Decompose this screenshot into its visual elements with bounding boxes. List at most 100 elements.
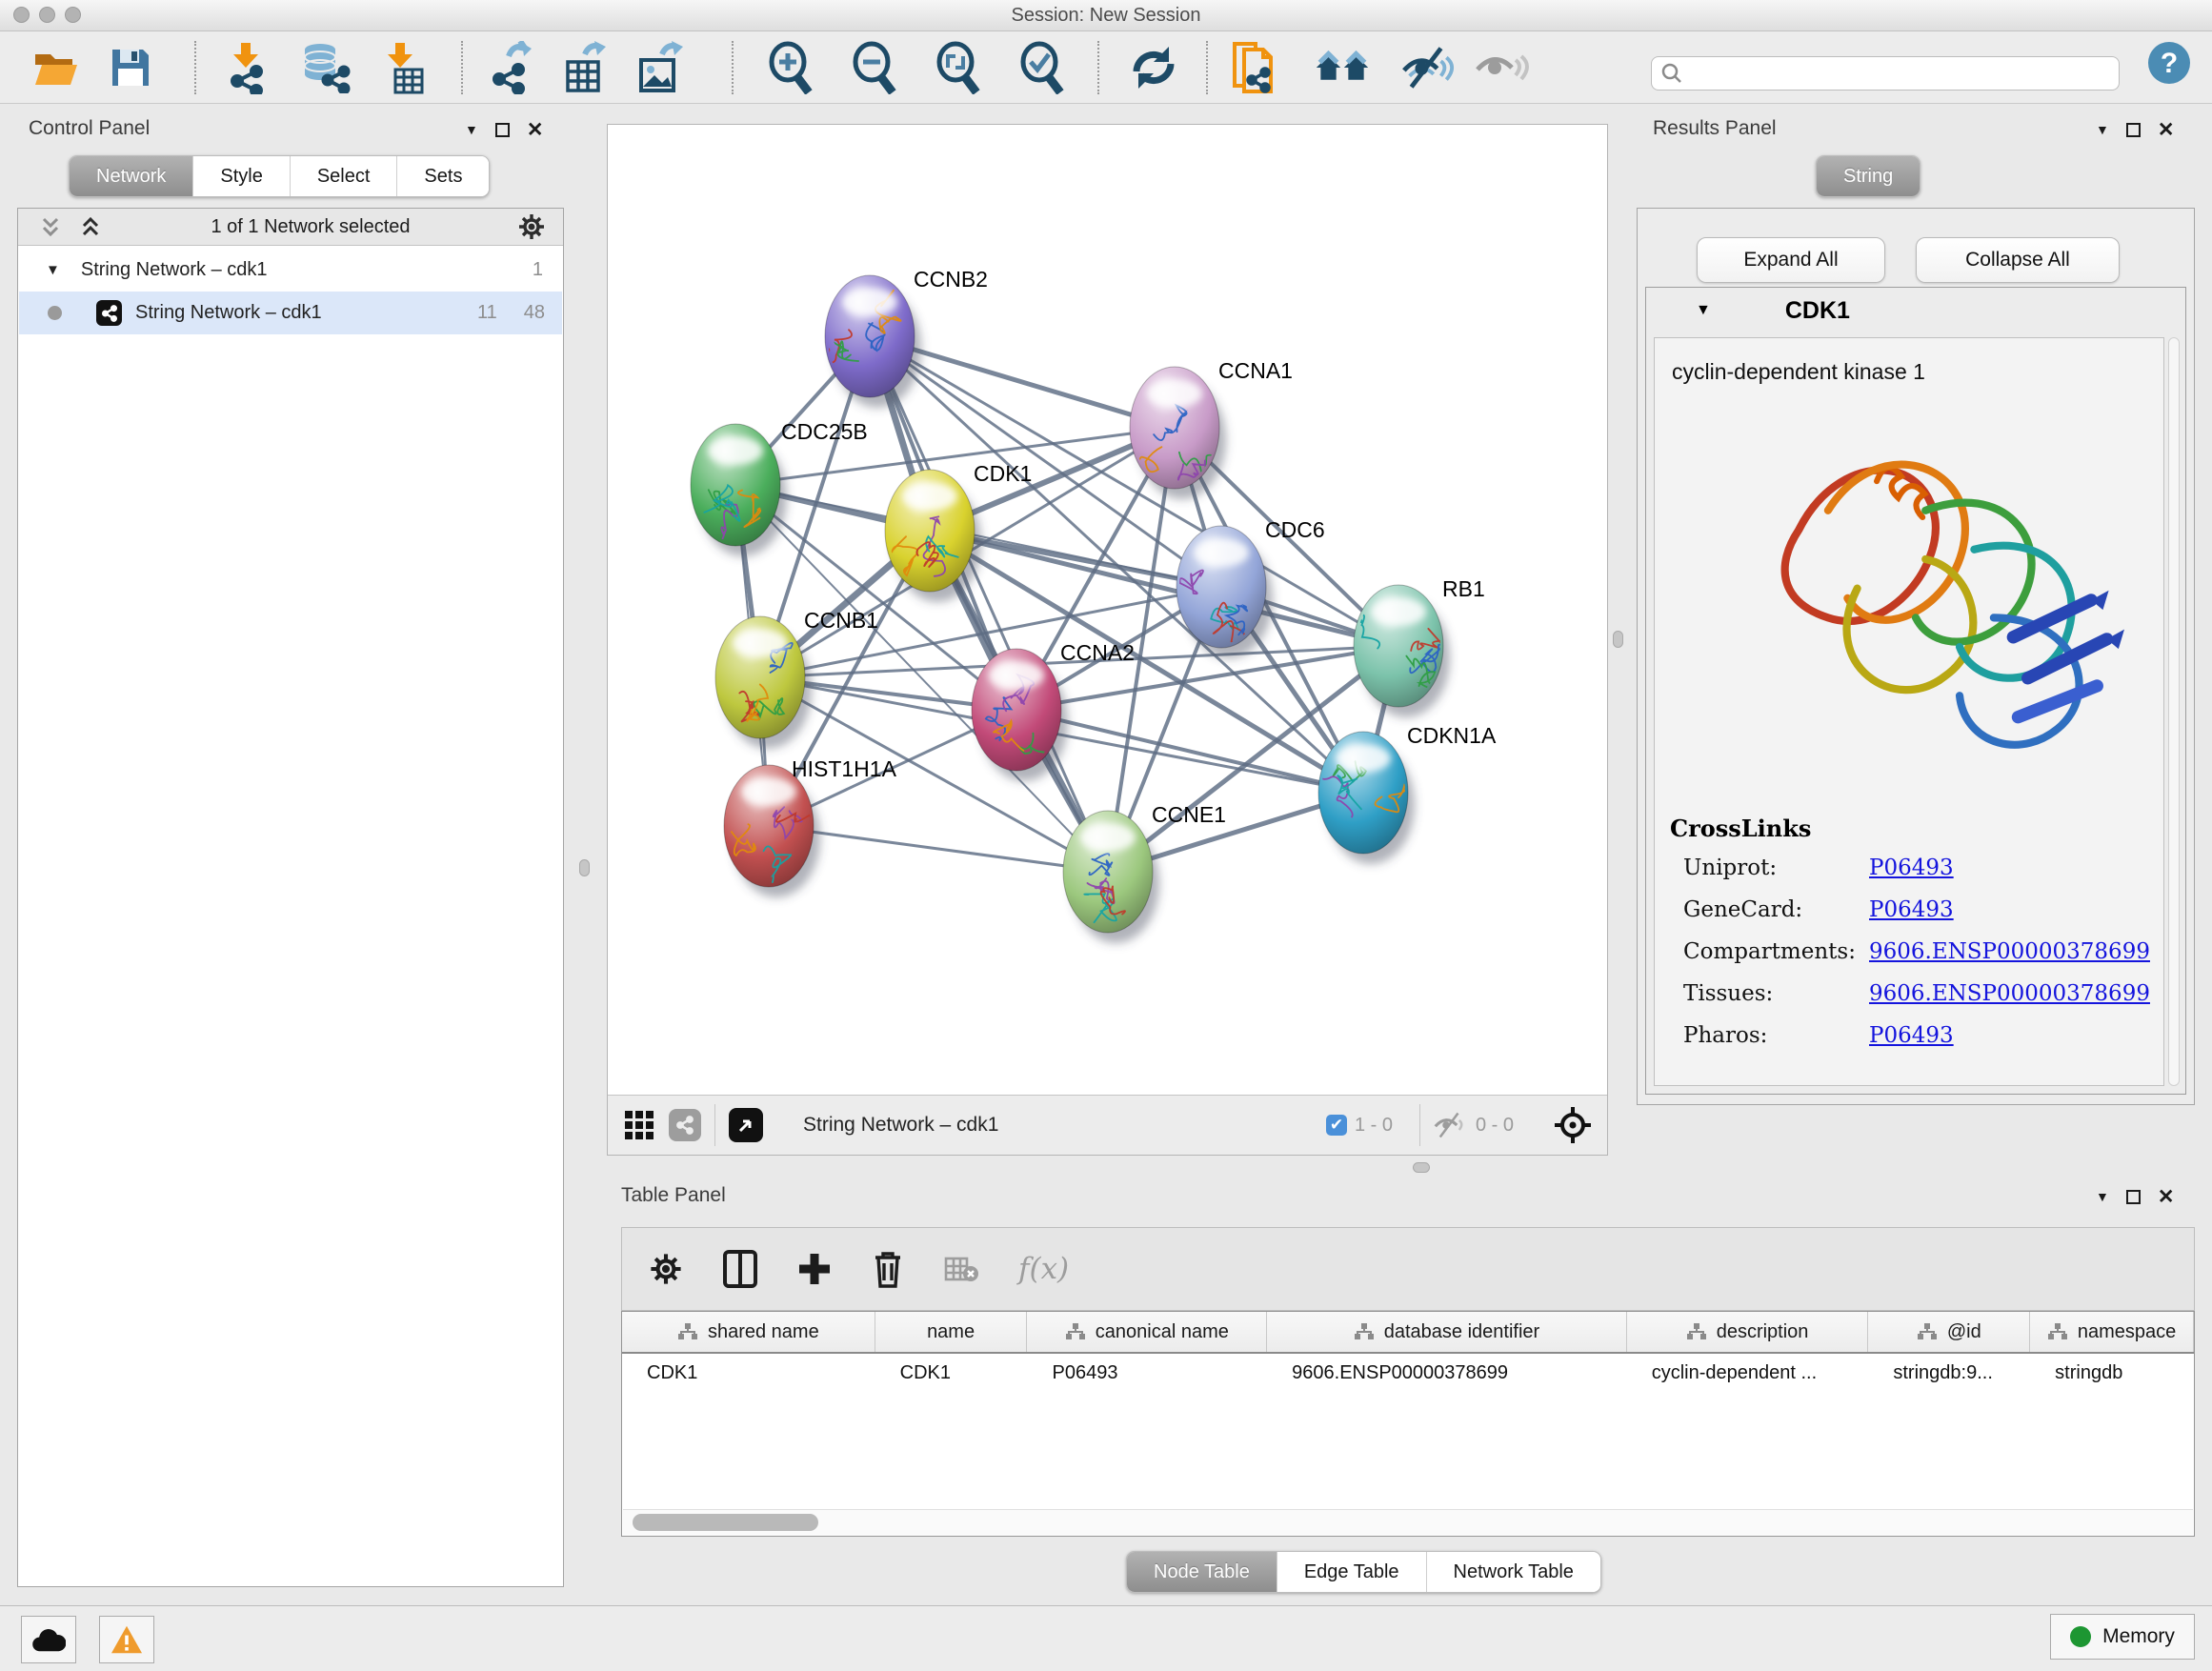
save-session-icon[interactable] xyxy=(103,40,158,95)
maximize-panel-icon[interactable] xyxy=(2126,123,2141,137)
maximize-panel-icon[interactable] xyxy=(495,123,510,137)
crosslink-link[interactable]: 9606.ENSP00000378699 xyxy=(1869,981,2150,1006)
crosslink-link[interactable]: P06493 xyxy=(1869,856,1954,880)
column-header-description[interactable]: description xyxy=(1627,1312,1869,1352)
node-CDKN1A[interactable]: CDKN1A xyxy=(1318,723,1497,864)
float-panel-icon[interactable]: ▼ xyxy=(2096,122,2109,137)
add-icon[interactable] xyxy=(797,1252,832,1286)
node-CCNB2[interactable]: CCNB2 xyxy=(800,267,988,408)
tab-sets[interactable]: Sets xyxy=(396,156,489,196)
column-header-namespace[interactable]: namespace xyxy=(2030,1312,2194,1352)
import-table-icon[interactable] xyxy=(375,40,431,95)
export-table-icon[interactable] xyxy=(558,40,613,95)
splitter-handle[interactable] xyxy=(579,859,590,876)
table-cell[interactable]: stringdb xyxy=(2030,1354,2194,1392)
cloud-status-button[interactable] xyxy=(21,1616,76,1663)
fit-selected-crosshair-icon[interactable] xyxy=(1554,1106,1592,1144)
crosslink-link[interactable]: P06493 xyxy=(1869,897,1954,922)
search-field[interactable] xyxy=(1651,56,2120,91)
column-header-shared-name[interactable]: shared name xyxy=(622,1312,875,1352)
tab-network-table[interactable]: Network Table xyxy=(1426,1552,1600,1592)
collapse-all-button[interactable]: Collapse All xyxy=(1916,237,2120,283)
node-CCNA1[interactable]: CCNA1 xyxy=(1112,358,1293,499)
node-CCNA2[interactable]: CCNA2 xyxy=(972,640,1135,781)
zoom-out-icon[interactable] xyxy=(846,40,901,95)
node-HIST1H1A[interactable]: HIST1H1A xyxy=(724,756,897,897)
node-RB1[interactable]: RB1 xyxy=(1343,576,1485,717)
function-builder-icon[interactable]: f(x) xyxy=(1018,1252,1069,1286)
column-header-database-identifier[interactable]: database identifier xyxy=(1267,1312,1627,1352)
tab-network[interactable]: Network xyxy=(70,156,192,196)
expand-all-icon[interactable] xyxy=(37,213,64,240)
grid-view-icon[interactable] xyxy=(623,1109,655,1141)
network-canvas[interactable]: CCNB2CCNA1CDC25BCDK1CDC6RB1CCNB1CCNA2CDK… xyxy=(608,125,1607,1096)
maximize-panel-icon[interactable] xyxy=(2126,1190,2141,1204)
float-panel-icon[interactable]: ▼ xyxy=(2096,1189,2109,1204)
tree-row-network[interactable]: String Network – cdk1 11 48 xyxy=(19,292,562,334)
import-network-database-icon[interactable] xyxy=(297,40,352,95)
table-options-gear-icon[interactable] xyxy=(649,1252,683,1286)
close-panel-icon[interactable]: ✕ xyxy=(2158,123,2175,137)
close-panel-icon[interactable]: ✕ xyxy=(2158,1190,2175,1204)
collapse-all-icon[interactable] xyxy=(77,213,104,240)
table-cell[interactable]: P06493 xyxy=(1027,1354,1267,1392)
tab-select[interactable]: Select xyxy=(290,156,397,196)
show-all-icon[interactable] xyxy=(1475,40,1530,95)
edge-CCNB2-CCNE1[interactable] xyxy=(870,336,1108,872)
hide-selected-icon[interactable] xyxy=(1400,40,1456,95)
tab-style[interactable]: Style xyxy=(192,156,289,196)
results-scrollbar[interactable] xyxy=(2168,337,2180,1086)
home-icon[interactable] xyxy=(1315,40,1370,95)
column-header-canonical-name[interactable]: canonical name xyxy=(1027,1312,1267,1352)
import-network-file-icon[interactable] xyxy=(219,40,274,95)
tab-edge-table[interactable]: Edge Table xyxy=(1277,1552,1426,1592)
table-cell[interactable]: 9606.ENSP00000378699 xyxy=(1267,1354,1627,1392)
table-cell[interactable]: stringdb:9... xyxy=(1868,1354,2030,1392)
export-network-icon[interactable] xyxy=(484,40,539,95)
search-input[interactable] xyxy=(1690,62,2109,85)
refresh-view-icon[interactable] xyxy=(1126,40,1181,95)
help-button[interactable]: ? xyxy=(2142,35,2197,91)
node-CCNE1[interactable]: CCNE1 xyxy=(1063,802,1226,943)
hidden-eye-icon[interactable] xyxy=(1434,1111,1468,1139)
zoom-fit-icon[interactable] xyxy=(930,40,985,95)
column-header-name[interactable]: name xyxy=(875,1312,1028,1352)
float-panel-icon[interactable]: ▼ xyxy=(465,122,478,137)
table-cell[interactable]: CDK1 xyxy=(622,1354,875,1392)
close-panel-icon[interactable]: ✕ xyxy=(527,123,544,137)
splitter-handle[interactable] xyxy=(1613,631,1623,648)
zoom-in-icon[interactable] xyxy=(762,40,817,95)
select-columns-icon[interactable] xyxy=(723,1250,757,1288)
scrollbar-thumb[interactable] xyxy=(633,1514,818,1531)
duplicate-network-icon[interactable] xyxy=(1227,40,1282,95)
node-CDC6[interactable]: CDC6 xyxy=(1176,517,1325,658)
delete-icon[interactable] xyxy=(872,1250,904,1288)
table-cell[interactable]: CDK1 xyxy=(875,1354,1028,1392)
warnings-button[interactable] xyxy=(99,1616,154,1663)
column-header--id[interactable]: @id xyxy=(1868,1312,2030,1352)
selected-nodes-checkbox-icon[interactable]: ✔ xyxy=(1326,1115,1347,1136)
tree-row-collection[interactable]: ▼ String Network – cdk1 1 xyxy=(19,249,562,292)
table-horizontal-scrollbar[interactable] xyxy=(623,1509,2193,1535)
tab-node-table[interactable]: Node Table xyxy=(1127,1552,1277,1592)
collapse-section-icon[interactable]: ▼ xyxy=(1696,302,1711,319)
node-details-header[interactable]: ▼ CDK1 xyxy=(1646,288,2185,333)
export-image-icon[interactable] xyxy=(633,40,688,95)
crosslink-link[interactable]: P06493 xyxy=(1869,1023,1954,1048)
delete-table-icon[interactable] xyxy=(944,1255,978,1283)
tree-expand-icon[interactable]: ▼ xyxy=(46,262,60,278)
gear-icon[interactable] xyxy=(517,212,546,241)
tab-string[interactable]: String xyxy=(1817,156,1920,196)
memory-button[interactable]: Memory xyxy=(2050,1614,2195,1660)
expand-all-button[interactable]: Expand All xyxy=(1697,237,1885,283)
birdseye-view-icon[interactable] xyxy=(729,1108,763,1142)
zoom-selected-icon[interactable] xyxy=(1014,40,1069,95)
table-row[interactable]: CDK1CDK1P064939606.ENSP00000378699cyclin… xyxy=(622,1354,2194,1392)
crosslink-link[interactable]: 9606.ENSP00000378699 xyxy=(1869,939,2150,964)
node-CDC25B[interactable]: CDC25B xyxy=(691,419,868,572)
node-CCNB1[interactable]: CCNB1 xyxy=(715,608,878,749)
network-overview-icon[interactable] xyxy=(669,1109,701,1141)
open-session-icon[interactable] xyxy=(29,40,84,95)
table-cell[interactable]: cyclin-dependent ... xyxy=(1627,1354,1869,1392)
splitter-handle[interactable] xyxy=(1413,1162,1430,1173)
